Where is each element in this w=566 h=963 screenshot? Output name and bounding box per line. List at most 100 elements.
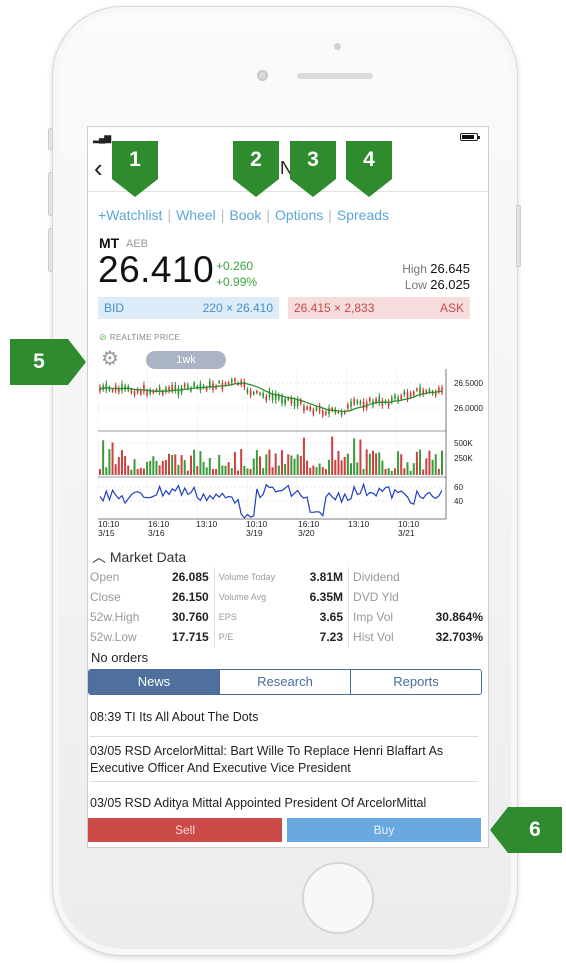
volume-bar [359,439,362,475]
tab-research[interactable]: Research [219,670,350,694]
price-candle-body [193,382,195,387]
market-data-title[interactable]: ︿ Market Data [92,547,186,567]
news-item[interactable]: 03/05 RSD Aditya Mittal Appointed Presid… [90,795,478,812]
volume-bar [102,440,105,475]
home-button[interactable] [302,862,374,934]
volume-bar [403,468,406,475]
gear-icon[interactable]: ⚙ [101,349,119,369]
options-link[interactable]: Options [275,207,323,223]
volume-bar [306,460,309,475]
price-candle-body [419,387,421,394]
market-data-table: Open 26.085 Volume Today 3.81M Dividend Close… [88,567,488,647]
volume-bar [237,470,240,475]
price-candle-body [409,392,412,397]
callout-2: 2 [233,141,279,197]
market-data-value: 30.760 [172,610,209,624]
volume-bar [202,461,205,475]
price-candle-body [400,395,403,400]
volume-bar [193,449,196,475]
spreads-link[interactable]: Spreads [337,207,389,223]
price-candle-body [124,385,126,390]
news-item[interactable]: 03/05 RSD ArcelorMittal: Bart Wille To R… [90,743,478,777]
volume-bar [328,459,331,475]
price-candle-body [394,394,396,399]
price-candle-body [230,379,233,383]
high-label: High [402,262,427,276]
volume-bar [111,442,114,475]
price-candle-body [312,409,315,415]
volume-bar [177,464,180,475]
volume-bar [296,454,299,475]
price-candle-body [146,390,148,396]
proximity-sensor [334,43,341,50]
volume-bar [312,465,315,475]
volume-bar [287,454,290,475]
volume-bar [114,464,117,475]
volume-bar [133,459,136,475]
volume-bar [318,463,321,475]
volume-bar [299,455,302,475]
watchlist-link[interactable]: +Watchlist [98,207,162,223]
volume-bar [340,460,343,475]
low-label: Low [404,278,427,292]
volume-bar [199,451,202,475]
volume-bar [124,456,127,475]
volume-bar [397,451,400,475]
volume-bar [233,451,236,475]
volume-bar [205,467,208,475]
app-screen: ▂▄▆ ‹ N +Watchlist | Wheel | Book | Options | Sp… [87,126,489,848]
realtime-label: REALTIME PRICE [109,333,181,342]
bid-box[interactable]: BID 220 × 26.410 [98,297,279,319]
volume-bar [371,450,374,475]
wheel-link[interactable]: Wheel [176,207,216,223]
volume-bar [400,454,403,475]
ask-price-size: 26.415 × 2,833 [294,301,375,315]
orders-status: No orders [91,650,149,665]
back-chevron-icon[interactable]: ‹ [94,155,103,181]
volume-bar [350,463,353,475]
price-candle-body [262,393,264,397]
callout-6: 6 [490,807,562,853]
x-axis-date-label: 3/15 [98,528,115,538]
market-data-value: 7.23 [319,630,344,644]
tab-news[interactable]: News [89,670,219,694]
volume-bar [221,465,224,475]
price-candle-body [403,391,406,396]
callout-5: 5 [10,339,86,385]
volume-bar [196,465,199,475]
volume-bar [262,468,265,475]
volume-bar [365,449,368,475]
volume-bar [265,454,268,475]
check-circle-icon: ⊘ [99,332,107,342]
price-candle-body [381,400,384,406]
price-candle-body [199,383,202,391]
market-data-row: Open 26.085 Volume Today 3.81M Dividend [88,567,488,587]
volume-bar [252,458,255,475]
tab-reports[interactable]: Reports [350,670,481,694]
signal-icon: ▂▄▆ [93,133,111,143]
price-candle-body [321,410,324,416]
price-candle-body [218,381,221,384]
earpiece-speaker [297,73,373,79]
news-item[interactable]: 08:39 TI Its All About The Dots [90,709,478,726]
market-data-value: 3.81M [309,570,344,584]
buy-button[interactable]: Buy [287,818,481,842]
volume-bar [108,449,111,475]
market-data-label: EPS [213,607,296,627]
volume-bar [211,468,214,475]
volume-bar [120,450,123,475]
sell-button[interactable]: Sell [88,818,282,842]
volume-bars [99,436,443,475]
volume-bar [387,468,390,475]
book-link[interactable]: Book [229,207,261,223]
price-candle-body [406,392,409,399]
volume-bar [174,454,177,475]
ask-box[interactable]: 26.415 × 2,833 ASK [288,297,470,319]
price-chart[interactable]: 26.5000 26.0000 500K 250K 60 40 10:103/1… [88,369,488,539]
volume-bar [337,450,340,475]
volume-bar [378,452,381,475]
volume-bar [293,458,296,475]
moving-average-line [99,382,443,413]
market-data-label: P/E [213,627,296,647]
chart-range-button[interactable]: 1wk [146,351,226,369]
